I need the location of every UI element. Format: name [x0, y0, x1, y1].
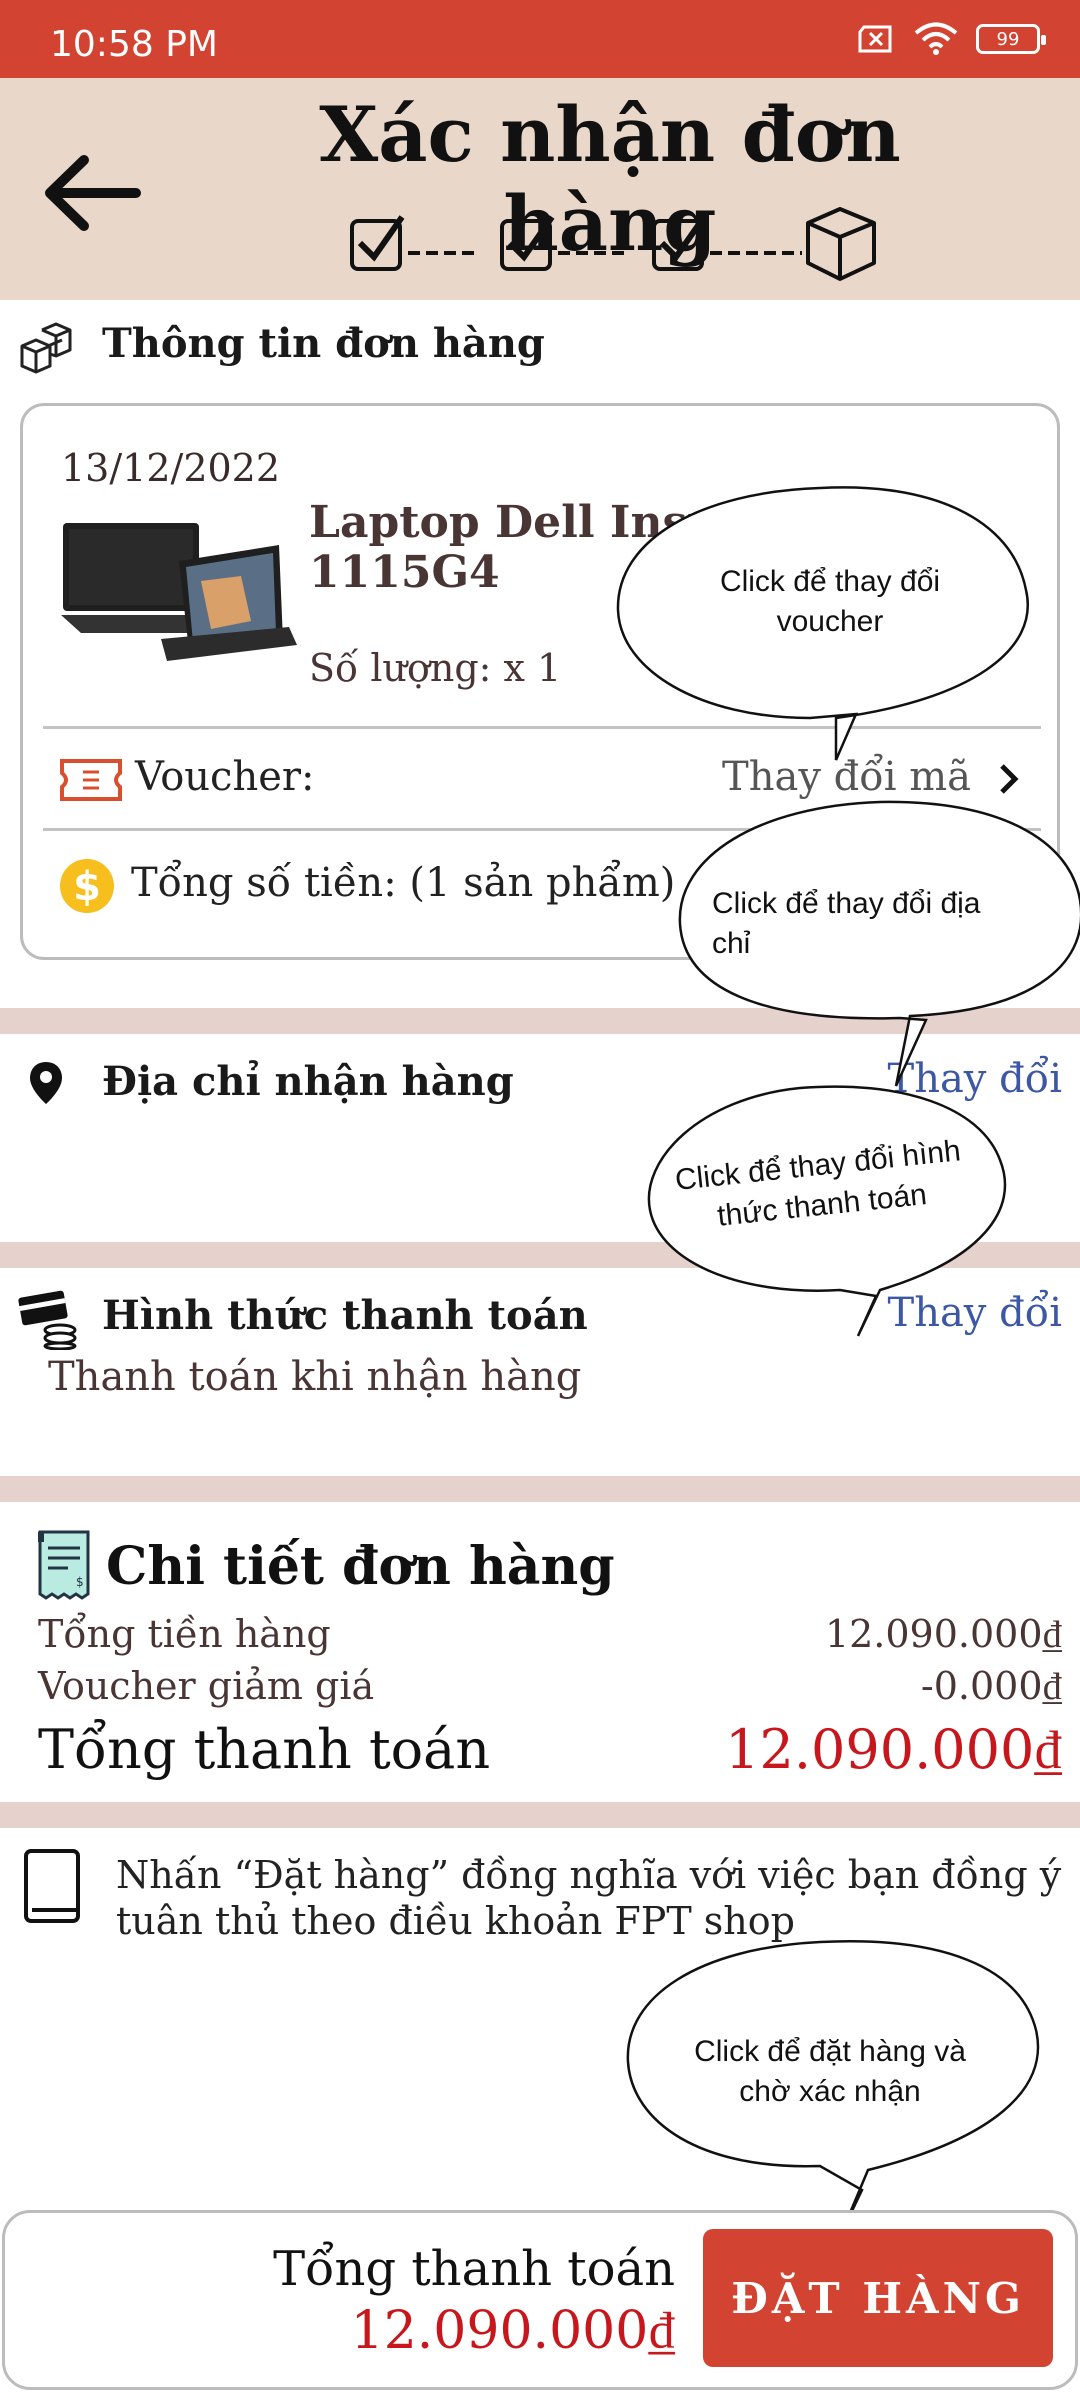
back-arrow-icon[interactable] [40, 148, 150, 238]
section-divider [0, 1008, 1080, 1034]
address-title: Địa chỉ nhận hàng [102, 1058, 514, 1105]
battery-level: 99 [996, 28, 1020, 50]
bubble-address-line1: Click để thay đổi địa [712, 887, 981, 920]
step-check-icon [350, 215, 405, 271]
section-divider [0, 1476, 1080, 1502]
grand-total-value: 12.090.000₫ [725, 1718, 1062, 1781]
terms-line2: tuân thủ theo điều khoản FPT shop [116, 1899, 795, 1943]
grand-total-label: Tổng thanh toán [38, 1718, 491, 1781]
subtotal-label: Tổng tiền hàng [38, 1612, 331, 1656]
step-check-icon [500, 215, 555, 271]
bubble-voucher-line2: voucher [776, 605, 884, 638]
battery-icon: 99 [976, 24, 1046, 54]
bubble-voucher-line1: Click để thay đổi [719, 565, 941, 598]
bottom-bar: Tổng thanh toán 12.090.000₫ ĐẶT HÀNG [2, 2210, 1078, 2390]
payment-method: Thanh toán khi nhận hàng [48, 1354, 582, 1400]
divider [43, 726, 1041, 729]
header: Xác nhận đơn hàng [0, 78, 1080, 300]
section-divider [0, 1802, 1080, 1828]
bubble-order-line2: chờ xác nhận [739, 2075, 921, 2108]
chevron-right-icon[interactable] [997, 762, 1021, 796]
book-icon [24, 1849, 80, 1923]
status-bar: 10:58 PM 99 [0, 0, 1080, 78]
box-icon [806, 207, 876, 281]
coin-dollar-icon: $ [60, 859, 114, 913]
bottom-total-label: Tổng thanh toán [273, 2241, 675, 2297]
status-icons: 99 [856, 22, 1046, 56]
boxes-icon [20, 322, 72, 374]
receipt-icon: $ [38, 1530, 90, 1600]
voucher-ticket-icon [60, 759, 122, 801]
bubble-address-line2: chỉ [712, 927, 751, 960]
terms-line1: Nhấn “Đặt hàng” đồng nghĩa với việc bạn … [116, 1853, 1062, 1897]
voucher-discount-value: -0.000₫ [920, 1664, 1062, 1708]
location-pin-icon [30, 1062, 62, 1104]
product-name-line1: Laptop Dell Inspi [309, 497, 735, 548]
details-title: Chi tiết đơn hàng [106, 1536, 615, 1597]
address-change-link[interactable]: Thay đổi [888, 1056, 1062, 1102]
payment-change-link[interactable]: Thay đổi [888, 1290, 1062, 1336]
total-amount-label: Tổng số tiền: (1 sản phẩm) [131, 860, 676, 906]
voucher-label: Voucher: [135, 754, 315, 800]
svg-text:$: $ [76, 1575, 84, 1589]
order-card: 13/12/2022 Laptop Dell Inspi 1115G4 Số l… [20, 403, 1060, 960]
place-order-button[interactable]: ĐẶT HÀNG [703, 2229, 1053, 2367]
step-check-icon [652, 215, 707, 271]
payment-title: Hình thức thanh toán [102, 1292, 588, 1339]
status-time: 10:58 PM [50, 24, 218, 65]
voucher-discount-label: Voucher giảm giá [38, 1664, 375, 1708]
svg-text:$: $ [73, 864, 101, 910]
progress-steps [350, 207, 876, 281]
product-image [61, 523, 297, 661]
subtotal-value: 12.090.000₫ [824, 1612, 1062, 1656]
voucher-change-link[interactable]: Thay đổi mã [722, 754, 971, 800]
bubble-order-line1: Click để đặt hàng và [694, 2035, 966, 2068]
order-info-title: Thông tin đơn hàng [102, 320, 545, 367]
order-date: 13/12/2022 [61, 446, 281, 490]
sim-off-icon [858, 25, 892, 53]
wifi-icon [914, 22, 958, 55]
divider [43, 828, 1041, 831]
section-divider [0, 1242, 1080, 1268]
bottom-total-value: 12.090.000₫ [350, 2301, 675, 2361]
product-quantity: Số lượng: x 1 [309, 646, 562, 690]
card-cash-icon [18, 1290, 77, 1350]
